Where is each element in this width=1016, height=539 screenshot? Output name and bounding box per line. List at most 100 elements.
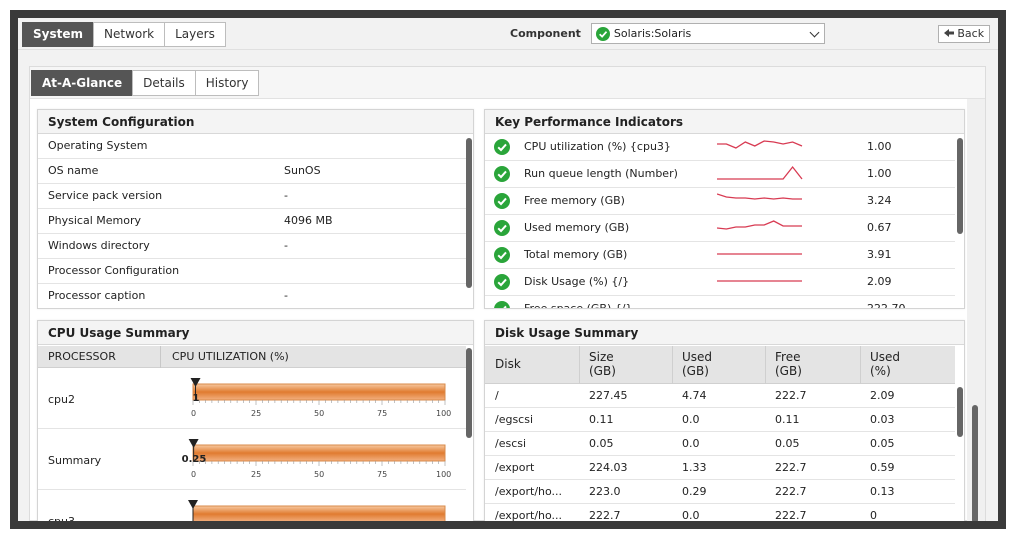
table-cell: 0 [870, 509, 877, 521]
kpi-value: 2.09 [867, 275, 892, 288]
sparkline [717, 140, 803, 149]
config-key: OS name [48, 164, 99, 177]
kpi-value: 1.00 [867, 167, 892, 180]
disk-scrollbar[interactable] [957, 387, 963, 437]
column-header-line2: (GB) [682, 364, 709, 378]
sub-tabs: At-A-Glance Details History [30, 67, 985, 99]
cpu-table-header: PROCESSOR CPU UTILIZATION (%) [38, 346, 466, 368]
kpi-name: Free memory (GB) [524, 194, 625, 207]
top-tabs: System Network Layers [22, 22, 226, 47]
gauge-value: 1 [192, 393, 200, 404]
table-cell: 0.0 [682, 509, 700, 521]
table-cell: 223.0 [589, 485, 621, 498]
processor-name: cpu3 [48, 515, 75, 521]
table-row[interactable]: /export 224.03 1.33 222.7 0.59 [485, 456, 955, 480]
content-area: At-A-Glance Details History System Confi… [29, 66, 986, 521]
table-row[interactable]: /egscsi 0.11 0.0 0.11 0.03 [485, 408, 955, 432]
table-cell: 224.03 [589, 461, 628, 474]
gauge-tick-label: 50 [314, 409, 325, 418]
table-row[interactable]: /export/ho... 222.7 0.0 222.7 0 [485, 504, 955, 521]
check-circle-icon [494, 247, 510, 263]
processor-name: Summary [48, 454, 102, 467]
kpi-row[interactable]: Disk Usage (%) {/} 2.09 [485, 269, 955, 296]
back-label: Back [957, 27, 985, 40]
kpi-row[interactable]: Free memory (GB) 3.24 [485, 188, 955, 215]
gauge-tick-label: 0 [191, 470, 197, 479]
check-circle-icon [494, 301, 510, 308]
config-row: Physical Memory 4096 MB [38, 209, 466, 234]
gauge-tick-label: 75 [377, 409, 388, 418]
system-config-scrollbar[interactable] [466, 138, 472, 288]
tab-network[interactable]: Network [93, 22, 166, 47]
back-button[interactable]: Back [938, 25, 990, 43]
table-cell: 0.29 [682, 485, 707, 498]
cpu-row: cpu2 0 25 50 75 100 1 [38, 368, 466, 429]
column-header: Free (GB) [775, 350, 802, 378]
sparkline [717, 253, 802, 255]
tab-history[interactable]: History [194, 70, 260, 96]
gauge-tick-label: 0 [191, 409, 197, 418]
table-cell: 222.7 [775, 485, 807, 498]
chevron-down-icon [809, 27, 820, 38]
column-header-line2: (%) [870, 364, 891, 378]
config-row: Processor caption - [38, 284, 466, 308]
sparkline [717, 280, 802, 282]
processor-name: cpu2 [48, 393, 76, 406]
column-header-line2: (GB) [589, 364, 616, 378]
disk-usage-panel: Disk Usage Summary Disk Size (GB) Used (GB) F… [484, 320, 965, 521]
kpi-row[interactable]: CPU utilization (%) {cpu3} 1.00 [485, 134, 955, 161]
table-cell: 222.7 [775, 509, 807, 521]
top-bar: System Network Layers Component Solaris:… [18, 18, 998, 50]
tab-layers[interactable]: Layers [164, 22, 226, 47]
table-cell: 222.7 [775, 389, 807, 402]
table-row[interactable]: / 227.45 4.74 222.7 2.09 [485, 384, 955, 408]
check-circle-icon [494, 166, 510, 182]
config-row: Processor Configuration [38, 259, 466, 284]
kpi-name: Run queue length (Number) [524, 167, 678, 180]
kpi-row[interactable]: Run queue length (Number) 1.00 [485, 161, 955, 188]
column-header: Disk [495, 357, 521, 371]
sparkline [717, 220, 802, 230]
config-key: Windows directory [48, 239, 150, 252]
table-cell: 0.11 [775, 413, 800, 426]
table-cell: 0.03 [870, 413, 895, 426]
column-header: Used (GB) [682, 350, 712, 378]
tab-details[interactable]: Details [132, 70, 196, 96]
gauge-tick-label: 100 [436, 470, 452, 479]
gauge-tick-label: 75 [377, 470, 388, 479]
component-label: Component [510, 27, 581, 40]
kpi-name: Disk Usage (%) {/} [524, 275, 630, 288]
kpi-name: Free space (GB) {/} [524, 302, 633, 309]
column-header-line1: Size [589, 350, 614, 364]
table-row[interactable]: /export/ho... 223.0 0.29 222.7 0.13 [485, 480, 955, 504]
table-cell: 0.13 [870, 485, 895, 498]
component-dropdown[interactable]: Solaris:Solaris [590, 23, 825, 44]
column-header: CPU UTILIZATION (%) [172, 350, 289, 363]
table-cell: /escsi [495, 437, 527, 450]
cpu-row: cpu30255075100 [38, 490, 466, 521]
table-cell: 222.7 [589, 509, 621, 521]
main-scrollbar[interactable] [967, 99, 985, 521]
table-cell: /export/ho... [495, 509, 563, 521]
table-cell: 222.7 [775, 461, 807, 474]
config-row: Windows directory - [38, 234, 466, 259]
config-value: SunOS [284, 164, 321, 177]
back-arrow-icon [943, 29, 954, 37]
config-key: Physical Memory [48, 214, 141, 227]
cpu-scrollbar[interactable] [466, 348, 472, 438]
table-cell: /export/ho... [495, 485, 563, 498]
kpi-row[interactable]: Total memory (GB) 3.91 [485, 242, 955, 269]
kpi-scrollbar[interactable] [957, 138, 963, 234]
table-row[interactable]: /escsi 0.05 0.0 0.05 0.05 [485, 432, 955, 456]
panel-title: System Configuration [38, 110, 473, 134]
config-key: Processor caption [48, 289, 146, 302]
gauge-tick-label: 25 [251, 409, 262, 418]
kpi-row[interactable]: Used memory (GB) 0.67 [485, 215, 955, 242]
window-frame: System Network Layers Component Solaris:… [10, 10, 1006, 529]
config-key: Processor Configuration [48, 264, 180, 277]
sparkline [717, 298, 807, 309]
tab-at-a-glance[interactable]: At-A-Glance [31, 70, 134, 96]
table-cell: 0.59 [870, 461, 895, 474]
tab-system[interactable]: System [22, 22, 94, 47]
kpi-row[interactable]: Free space (GB) {/} 222.70 [485, 296, 955, 309]
